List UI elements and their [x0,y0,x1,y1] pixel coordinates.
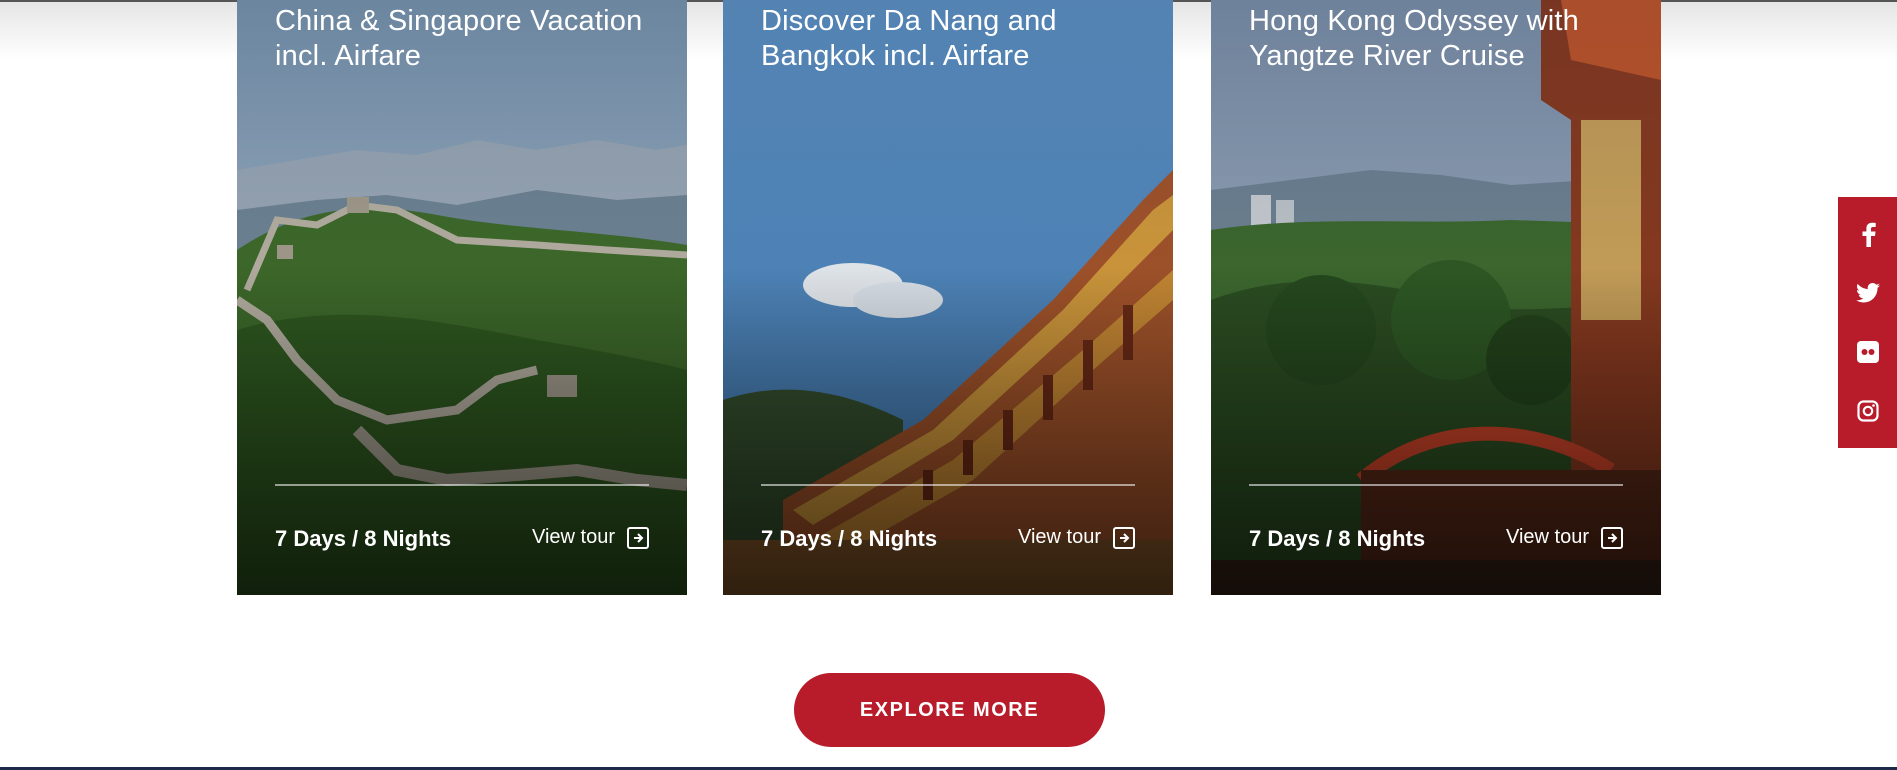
tour-duration: 7 Days / 8 Nights [761,526,938,551]
flickr-icon[interactable] [1850,334,1886,370]
tour-title: China & Singapore Vacation incl. Airfare [275,5,643,72]
facebook-icon[interactable] [1850,216,1886,252]
divider [275,484,649,486]
tour-title: Hong Kong Odyssey with Yangtze River Cru… [1249,5,1580,72]
view-tour-label: View tour [531,526,615,548]
view-tour-link[interactable]: View tour [532,526,649,549]
arrow-right-icon [1601,526,1623,549]
image-overlay [723,0,1173,595]
arrow-right-icon [1113,526,1135,549]
divider [1249,484,1623,486]
image-overlay [1211,0,1661,595]
twitter-icon[interactable] [1850,275,1886,311]
view-tour-link[interactable]: View tour [1506,526,1623,549]
image-overlay [237,0,687,595]
tour-duration: 7 Days / 8 Nights [1249,526,1426,551]
tour-card[interactable]: Discover Da Nang and Bangkok incl. Airfa… [723,0,1173,595]
tour-title: Discover Da Nang and Bangkok incl. Airfa… [761,5,1057,72]
view-tour-label: View tour [1505,526,1589,548]
divider [761,484,1135,486]
social-sidebar [1838,197,1897,448]
view-tour-link[interactable]: View tour [1018,526,1135,549]
instagram-icon[interactable] [1850,393,1886,429]
explore-more-button[interactable]: EXPLORE MORE [794,673,1105,747]
view-tour-label: View tour [1017,526,1101,548]
tour-card[interactable]: China & Singapore Vacation incl. Airfare… [237,0,687,595]
tour-cards: China & Singapore Vacation incl. Airfare… [237,0,1661,595]
page: China & Singapore Vacation incl. Airfare… [0,0,1897,770]
tour-card[interactable]: Hong Kong Odyssey with Yangtze River Cru… [1211,0,1661,595]
arrow-right-icon [627,526,649,549]
tour-duration: 7 Days / 8 Nights [275,526,452,551]
